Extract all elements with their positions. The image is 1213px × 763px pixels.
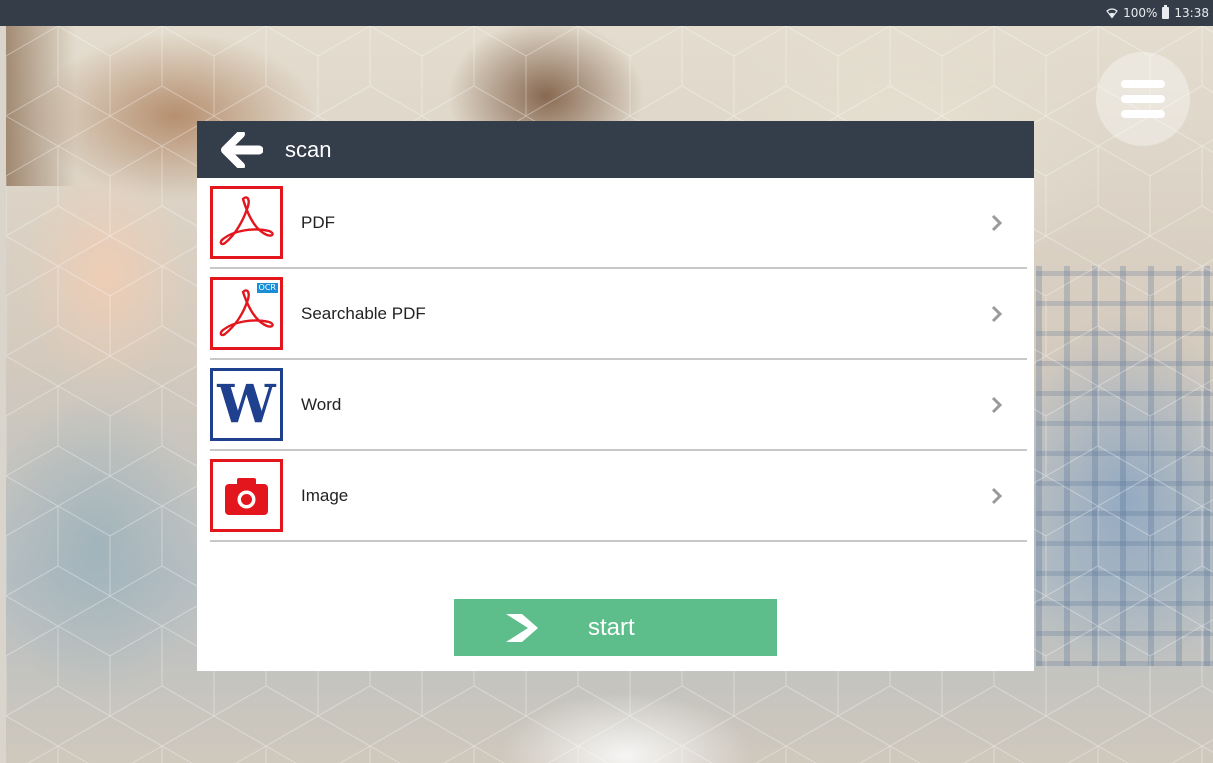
battery-percent: 100%	[1123, 6, 1158, 20]
word-icon: W	[210, 368, 283, 441]
chevron-right-icon	[991, 214, 1003, 231]
camera-icon	[210, 459, 283, 532]
ocr-badge: OCR	[256, 283, 278, 293]
pdf-ocr-icon: OCR	[210, 277, 283, 350]
start-label: start	[588, 613, 635, 641]
arrow-left-icon	[221, 131, 263, 168]
hamburger-bar	[1121, 110, 1165, 118]
scanner-icon	[502, 613, 538, 642]
wifi-icon	[1106, 8, 1118, 19]
option-image[interactable]: Image	[210, 451, 1027, 542]
back-button[interactable]	[197, 121, 285, 178]
status-bar: 100% 13:38	[0, 0, 1213, 26]
scan-dialog: scan PDF OCR Searchable PDF W Word Image…	[197, 121, 1034, 671]
format-options-list: PDF OCR Searchable PDF W Word Image	[210, 178, 1027, 542]
dialog-header: scan	[197, 121, 1034, 178]
chevron-right-icon	[991, 396, 1003, 413]
option-label: Image	[301, 485, 349, 505]
pdf-icon	[210, 186, 283, 259]
clock: 13:38	[1174, 6, 1209, 20]
option-word[interactable]: W Word	[210, 360, 1027, 451]
start-button[interactable]: start	[454, 599, 777, 656]
option-searchable-pdf[interactable]: OCR Searchable PDF	[210, 269, 1027, 360]
menu-button[interactable]	[1096, 52, 1190, 146]
option-label: Searchable PDF	[301, 303, 426, 323]
option-label: PDF	[301, 212, 335, 232]
chevron-right-icon	[991, 487, 1003, 504]
hamburger-menu-icon	[1121, 80, 1165, 88]
dialog-title: scan	[285, 136, 332, 162]
option-pdf[interactable]: PDF	[210, 178, 1027, 269]
battery-icon	[1162, 5, 1170, 19]
option-label: Word	[301, 394, 342, 414]
hamburger-bar	[1121, 95, 1165, 103]
word-glyph: W	[217, 373, 276, 435]
chevron-right-icon	[991, 305, 1003, 322]
